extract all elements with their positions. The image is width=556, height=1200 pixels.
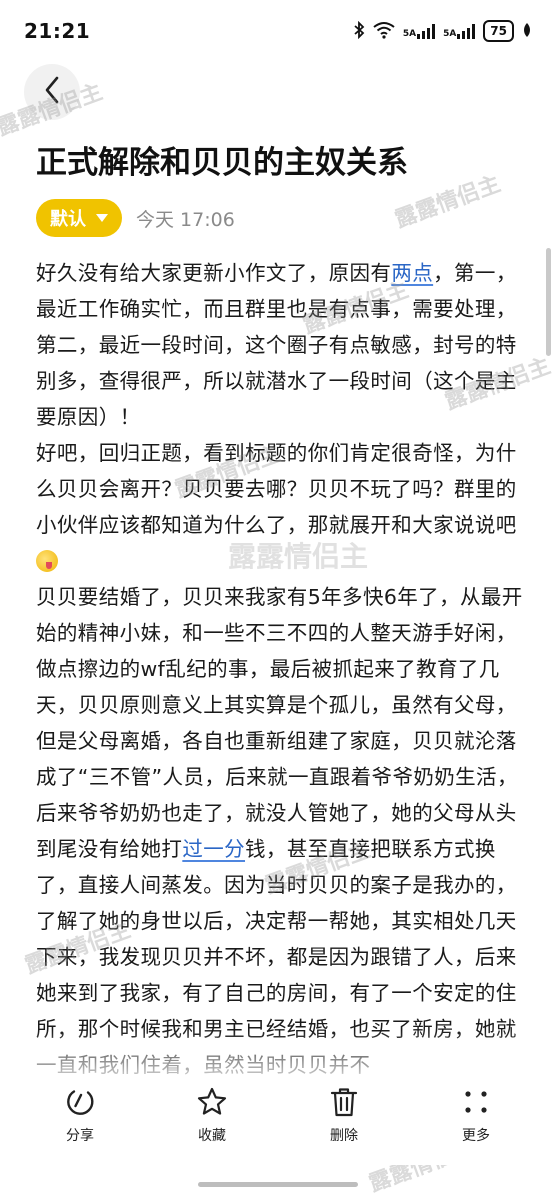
favorite-button[interactable]: 收藏: [157, 1085, 267, 1165]
category-dropdown[interactable]: 默认: [36, 199, 122, 237]
caret-down-icon: [96, 214, 108, 222]
scrollbar[interactable]: [546, 248, 551, 356]
more-label: 更多: [462, 1128, 490, 1144]
note-timestamp: 今天 17:06: [136, 208, 235, 231]
note-body[interactable]: 好久没有给大家更新小作文了，原因有两点，第一，最近工作确实忙，而且群里也是有点事…: [36, 255, 524, 1083]
paragraph-1: 好久没有给大家更新小作文了，原因有两点，第一，最近工作确实忙，而且群里也是有点事…: [36, 261, 517, 429]
paragraph-2: 好吧，回归正题，看到标题的你们肯定很奇怪，为什么贝贝会离开？贝贝要去哪？贝贝不玩…: [36, 435, 524, 579]
wifi-icon: [373, 21, 395, 42]
status-time: 21:21: [24, 19, 91, 43]
content-fade: [0, 1030, 556, 1090]
more-grid-icon: [465, 1091, 487, 1113]
delete-label: 删除: [330, 1128, 358, 1144]
chevron-left-icon: [43, 75, 61, 109]
battery-icon: 75: [483, 20, 514, 42]
signal-label: 5A: [402, 29, 417, 39]
star-icon: [197, 1087, 227, 1115]
bottom-action-bar: 分享 收藏 删除 更多: [0, 1085, 556, 1165]
home-indicator[interactable]: [198, 1182, 358, 1187]
paragraph-3: 贝贝要结婚了，贝贝来我家有5年多快6年了，从最开始的精神小妹，和一些不三不四的人…: [36, 585, 523, 1077]
note-title: 正式解除和贝贝的主奴关系: [36, 145, 408, 181]
category-label: 默认: [50, 209, 86, 230]
favorite-label: 收藏: [198, 1128, 226, 1144]
inline-link[interactable]: 过一分: [182, 837, 245, 861]
share-label: 分享: [66, 1128, 94, 1144]
inline-link[interactable]: 两点: [391, 261, 433, 285]
status-bar: 21:21 5A 5A 75: [0, 0, 556, 62]
share-button[interactable]: 分享: [25, 1085, 135, 1165]
battery-level: 75: [490, 24, 507, 38]
tongue-emoji-icon: [36, 550, 58, 572]
trash-icon: [330, 1088, 358, 1117]
signal-label: 5A: [443, 29, 457, 39]
status-icons: 5A 5A 75: [353, 20, 532, 42]
bluetooth-icon: [353, 20, 365, 42]
leaf-icon: [522, 22, 532, 41]
meta-row: 默认 今天 17:06: [36, 198, 235, 238]
more-button[interactable]: 更多: [421, 1085, 531, 1165]
share-icon: [67, 1090, 94, 1115]
signal-icon: 5A: [443, 23, 476, 39]
signal-icon: 5A: [402, 23, 436, 39]
back-button[interactable]: [24, 64, 80, 120]
delete-button[interactable]: 删除: [289, 1085, 399, 1165]
